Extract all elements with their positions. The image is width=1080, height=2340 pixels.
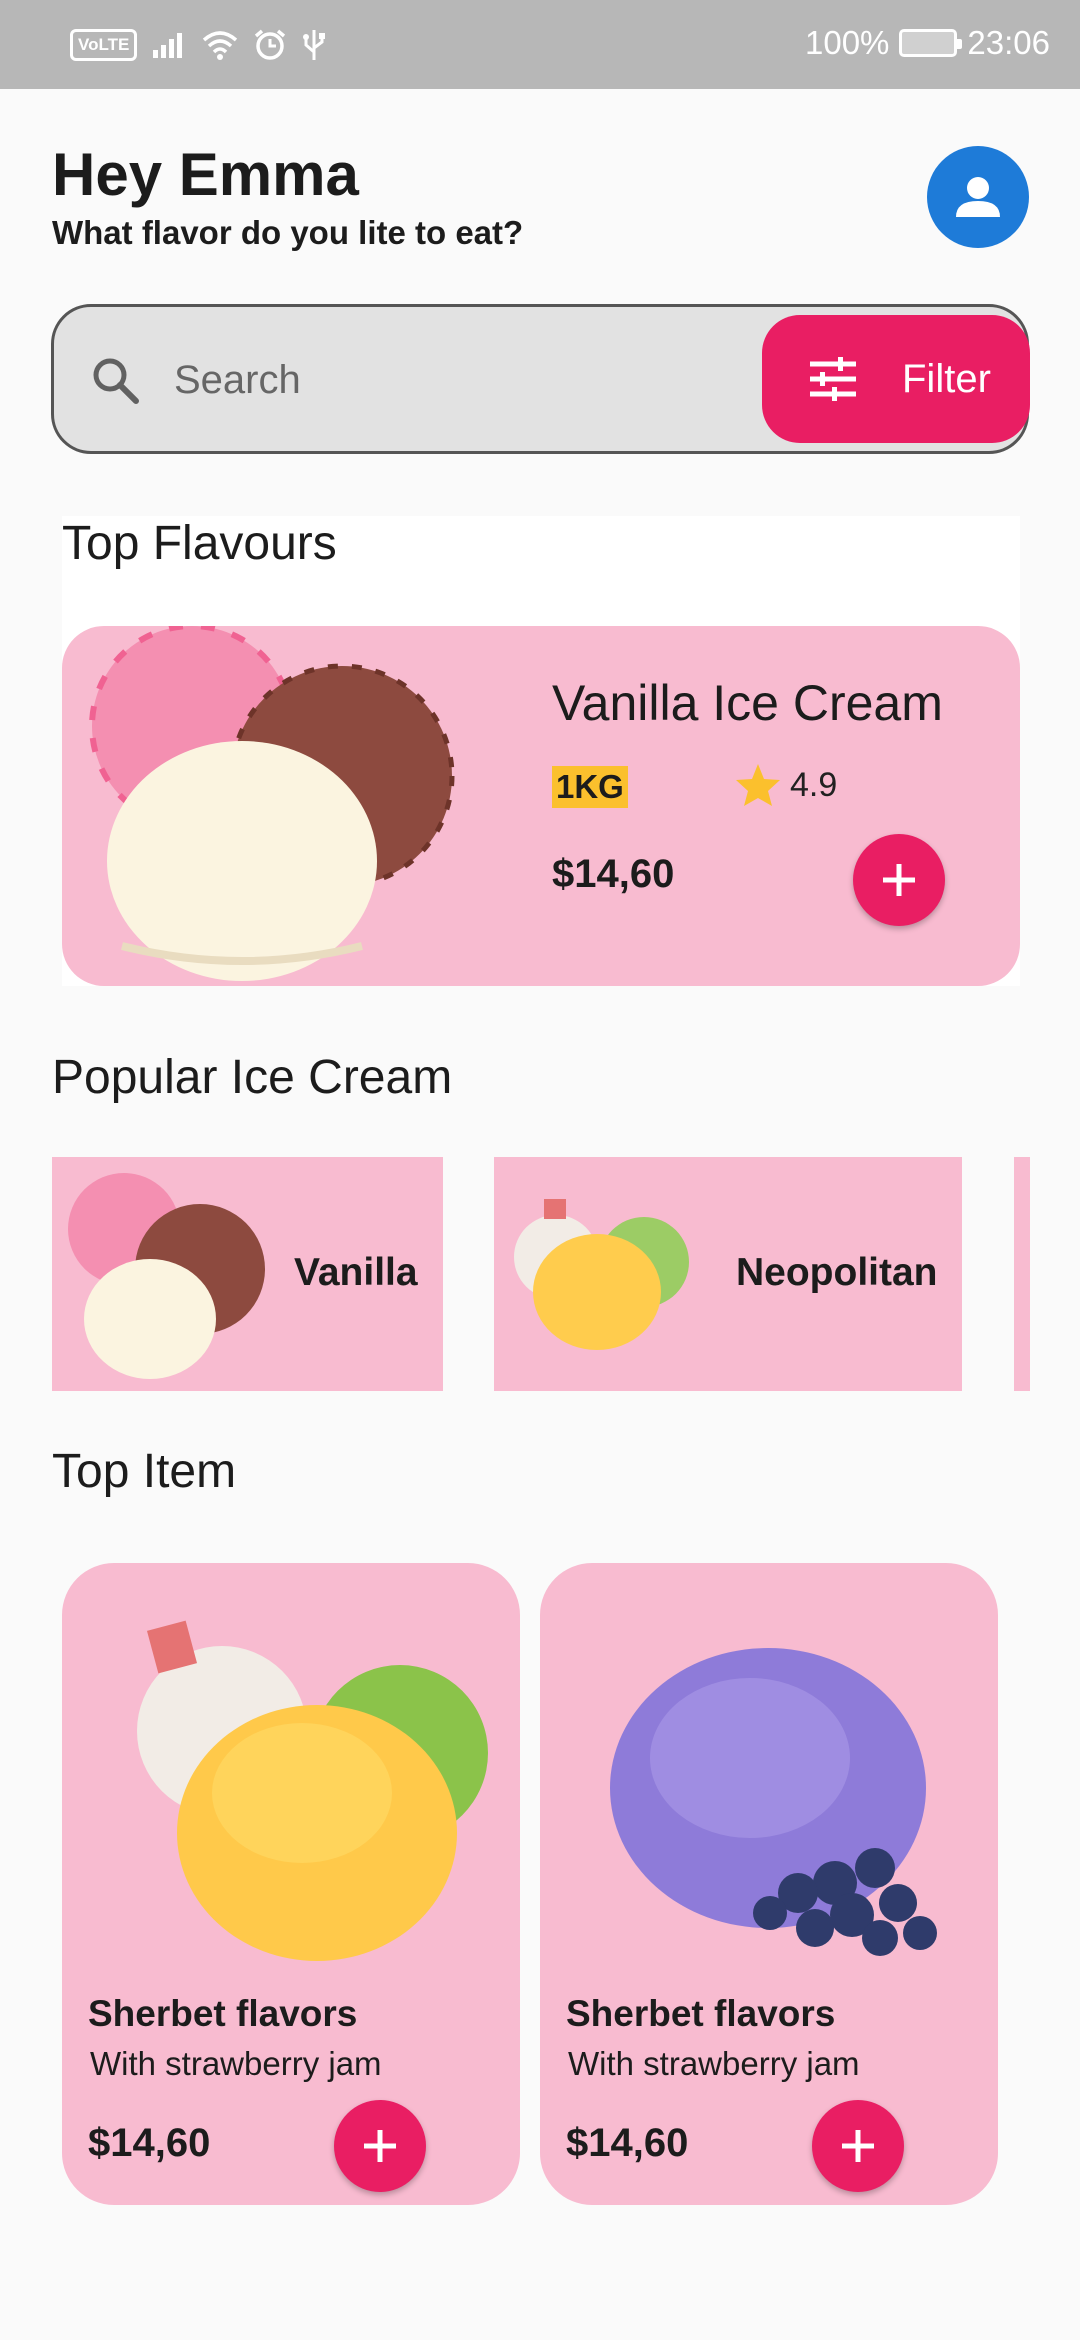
add-to-cart-button[interactable] — [853, 834, 945, 926]
plus-icon — [883, 864, 915, 896]
top-flavour-card[interactable]: Vanilla Ice Cream 1KG 4.9 $14,60 — [62, 626, 1020, 986]
top-item-subtitle: With strawberry jam — [568, 2045, 860, 2082]
add-to-cart-button[interactable] — [334, 2100, 426, 2192]
top-flavour-name: Vanilla Ice Cream — [552, 675, 943, 731]
greeting-subtitle: What flavor do you lite to eat? — [52, 214, 524, 251]
rating: 4.9 — [734, 762, 837, 808]
neopolitan-scoops-image — [514, 1199, 689, 1350]
top-item-price: $14,60 — [566, 2121, 689, 2165]
ice-cream-scoops-image — [89, 626, 455, 981]
rating-value: 4.9 — [790, 765, 838, 804]
weight-badge: 1KG — [552, 766, 628, 808]
clock: 23:06 — [967, 24, 1050, 61]
person-icon — [956, 177, 1000, 217]
volte-badge: VoLTE — [70, 29, 138, 61]
plus-icon — [364, 2130, 396, 2162]
battery-percent: 100% — [805, 24, 890, 61]
search-bar: Filter — [51, 304, 1030, 454]
search-icon — [93, 358, 139, 404]
star-icon — [736, 764, 780, 806]
popular-title: Popular Ice Cream — [52, 1051, 453, 1104]
popular-card-neopolitan[interactable]: Neopolitan — [494, 1157, 962, 1391]
status-bar: VoLTE 100% 23:06 — [0, 0, 1080, 89]
top-flavours-title: Top Flavours — [62, 517, 337, 570]
profile-avatar-button[interactable] — [927, 146, 1029, 248]
filter-button[interactable]: Filter — [762, 315, 1030, 443]
alarm-icon — [255, 29, 286, 60]
top-item-card[interactable]: Sherbet flavors With strawberry jam $14,… — [62, 1563, 520, 2205]
greeting-title: Hey Emma — [52, 141, 359, 208]
top-item-title: Top Item — [52, 1445, 237, 1498]
popular-card-vanilla[interactable]: Vanilla — [52, 1157, 443, 1391]
plus-icon — [842, 2130, 874, 2162]
popular-label: Vanilla — [294, 1251, 418, 1294]
status-right: 100% 23:06 — [805, 24, 1050, 62]
filter-label: Filter — [902, 356, 991, 401]
popular-card-partial[interactable] — [1014, 1157, 1030, 1391]
wifi-icon — [203, 31, 238, 60]
top-item-price: $14,60 — [88, 2121, 211, 2165]
sherbet-scoops-image — [137, 1620, 488, 1961]
top-item-card[interactable]: Sherbet flavors With strawberry jam $14,… — [540, 1563, 998, 2205]
top-item-subtitle: With strawberry jam — [90, 2045, 382, 2082]
battery-icon — [899, 29, 963, 57]
top-item-name: Sherbet flavors — [566, 1993, 836, 2034]
signal-icon — [153, 33, 183, 58]
popular-label: Neopolitan — [736, 1251, 938, 1294]
status-left: VoLTE — [70, 28, 327, 62]
usb-icon — [303, 30, 326, 60]
top-item-name: Sherbet flavors — [88, 1993, 358, 2034]
tune-icon — [810, 357, 856, 401]
blueberry-scoop-image — [610, 1648, 937, 1956]
vanilla-scoops-image — [68, 1173, 265, 1379]
top-flavour-price: $14,60 — [552, 852, 675, 896]
search-input[interactable] — [174, 352, 694, 408]
add-to-cart-button[interactable] — [812, 2100, 904, 2192]
